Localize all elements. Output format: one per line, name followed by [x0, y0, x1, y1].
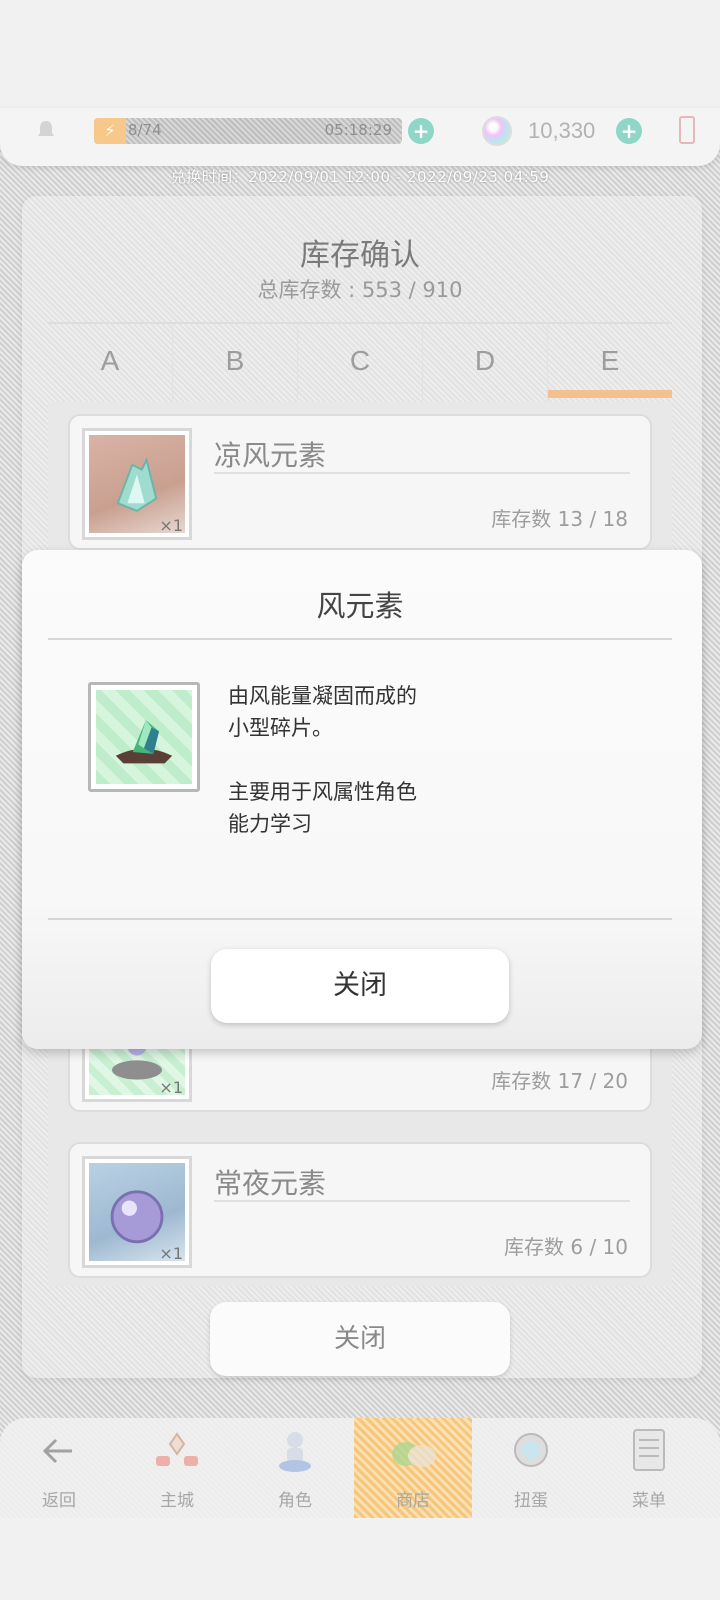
- back-arrow-icon: [42, 1438, 72, 1464]
- inventory-tabs: A B C D E: [48, 322, 672, 402]
- list-item[interactable]: ×1 常夜元素 库存数 6 / 10: [68, 1142, 652, 1278]
- gem-icon: [482, 116, 512, 146]
- notification-bell-icon[interactable]: [34, 118, 58, 142]
- item-thumbnail: ×1: [82, 1156, 192, 1268]
- modal-divider-bottom: [48, 918, 672, 920]
- tab-b[interactable]: B: [173, 324, 298, 402]
- nav-label: 扭蛋: [514, 1491, 548, 1511]
- modal-close-button[interactable]: 关闭: [211, 949, 509, 1023]
- exchange-period: 兑换时间：2022/09/01 12:00 - 2022/09/23 04:59: [170, 168, 550, 186]
- stamina-bar: ⚡ 8/74 05:18:29: [94, 118, 402, 144]
- item-stock: 库存数 13 / 18: [491, 507, 628, 531]
- item-stock: 库存数 6 / 10: [504, 1235, 628, 1259]
- item-name: 常夜元素: [214, 1167, 327, 1200]
- inventory-total: 总库存数 : 553 / 910: [257, 278, 463, 302]
- tab-e[interactable]: E: [548, 324, 672, 402]
- nav-main-city[interactable]: 主城: [118, 1418, 236, 1518]
- wind-element-shard-icon: [96, 690, 192, 784]
- item-divider: [214, 472, 630, 474]
- main-city-icon: [156, 1432, 198, 1466]
- modal-description: 由风能量凝固而成的 小型碎片。 主要用于风属性角色 能力学习: [228, 684, 417, 836]
- page-bottom-area: [0, 1518, 720, 1600]
- modal-title: 风元素: [316, 589, 404, 623]
- nav-back[interactable]: 返回: [0, 1418, 118, 1518]
- tab-a[interactable]: A: [48, 324, 173, 402]
- battery-icon: [679, 116, 695, 144]
- item-stock: 库存数 17 / 20: [491, 1069, 628, 1093]
- item-icon-frame: [88, 682, 200, 792]
- stamina-current: 8/74: [128, 121, 162, 139]
- add-stamina-button[interactable]: +: [408, 118, 434, 144]
- add-gems-button[interactable]: +: [616, 118, 642, 144]
- nav-label: 角色: [278, 1491, 312, 1511]
- nav-label: 菜单: [632, 1491, 666, 1511]
- page-top-area: [0, 0, 720, 108]
- stamina-bolt-icon: ⚡: [94, 118, 126, 144]
- nav-character[interactable]: 角色: [236, 1418, 354, 1518]
- inventory-title: 库存确认: [300, 238, 420, 273]
- nav-menu[interactable]: 菜单: [590, 1418, 708, 1518]
- item-qty: ×1: [159, 1244, 183, 1263]
- item-qty: ×1: [159, 1078, 183, 1097]
- list-item[interactable]: ×1 凉风元素 库存数 13 / 18: [68, 414, 652, 550]
- menu-icon: [633, 1429, 665, 1471]
- item-qty: ×1: [159, 516, 183, 535]
- tab-d[interactable]: D: [423, 324, 548, 402]
- nav-label: 主城: [160, 1491, 194, 1511]
- gacha-icon: [514, 1433, 548, 1467]
- nav-shop[interactable]: 商店: [354, 1418, 472, 1518]
- shop-icon: [392, 1442, 436, 1467]
- nav-gacha[interactable]: 扭蛋: [472, 1418, 590, 1518]
- stamina-timer: 05:18:29: [324, 121, 392, 139]
- gem-count: 10,330: [528, 118, 596, 143]
- tab-c[interactable]: C: [298, 324, 423, 402]
- inventory-close-button[interactable]: 关闭: [210, 1302, 510, 1376]
- character-icon: [279, 1432, 311, 1472]
- item-name: 凉风元素: [214, 439, 327, 472]
- item-divider: [214, 1200, 630, 1202]
- nav-label: 商店: [396, 1491, 430, 1511]
- modal-divider-top: [48, 638, 672, 640]
- item-thumbnail: ×1: [82, 428, 192, 540]
- nav-label: 返回: [42, 1491, 76, 1511]
